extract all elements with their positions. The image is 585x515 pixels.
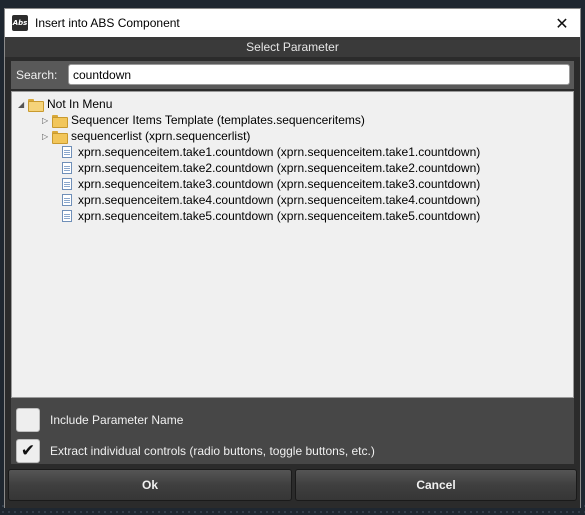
cancel-button[interactable]: Cancel [295,469,577,501]
extract-controls-option[interactable]: ✔ Extract individual controls (radio but… [16,439,375,463]
search-input[interactable] [68,64,570,85]
folder-icon [52,130,68,144]
include-name-label: Include Parameter Name [50,413,184,427]
include-name-checkbox[interactable] [16,408,40,432]
app-icon: Abs [12,15,28,31]
expand-arrow-icon[interactable]: ▷ [42,116,52,125]
parameter-tree[interactable]: ◢ Not In Menu ▷ Sequencer Items Template… [11,91,574,398]
search-label: Search: [16,68,58,82]
folder-open-icon [28,98,44,112]
checkmark-icon: ✔ [20,441,36,461]
expand-arrow-icon[interactable]: ▷ [42,132,52,141]
extract-controls-checkbox[interactable]: ✔ [16,439,40,463]
dialog-window: Abs Insert into ABS Component ✕ Select P… [4,8,581,508]
tree-node-root[interactable]: ◢ Not In Menu [18,96,112,112]
button-bar: Ok Cancel [5,467,580,508]
tree-node-folder[interactable]: ▷ sequencerlist (xprn.sequencerlist) [42,128,250,144]
tree-node-label: Not In Menu [47,97,113,111]
tree-node-label: sequencerlist (xprn.sequencerlist) [71,129,251,143]
tree-node-item[interactable]: xprn.sequenceitem.take2.countdown (xprn.… [62,160,480,176]
extract-controls-label: Extract individual controls (radio butto… [50,444,375,458]
search-row: Search: [11,61,574,89]
document-icon [62,162,72,174]
tree-node-item[interactable]: xprn.sequenceitem.take4.countdown (xprn.… [62,192,480,208]
section-title: Select Parameter [246,40,339,54]
tree-node-label: xprn.sequenceitem.take3.countdown (xprn.… [78,177,481,191]
close-button[interactable]: ✕ [552,13,572,33]
document-icon [62,178,72,190]
window-title: Insert into ABS Component [35,16,180,30]
tree-node-label: Sequencer Items Template (templates.sequ… [71,113,365,127]
tree-node-item[interactable]: xprn.sequenceitem.take1.countdown (xprn.… [62,144,480,160]
tree-node-item[interactable]: xprn.sequenceitem.take5.countdown (xprn.… [62,208,480,224]
title-bar: Abs Insert into ABS Component ✕ [5,9,580,37]
tree-node-label: xprn.sequenceitem.take4.countdown (xprn.… [78,193,481,207]
options-panel: Include Parameter Name ✔ Extract individ… [11,398,574,464]
section-header: Select Parameter [5,37,580,57]
include-name-option[interactable]: Include Parameter Name [16,408,183,432]
tree-node-label: xprn.sequenceitem.take2.countdown (xprn.… [78,161,481,175]
tree-node-folder[interactable]: ▷ Sequencer Items Template (templates.se… [42,112,365,128]
tree-node-label: xprn.sequenceitem.take5.countdown (xprn.… [78,209,481,223]
ok-button[interactable]: Ok [8,469,292,501]
tree-node-item[interactable]: xprn.sequenceitem.take3.countdown (xprn.… [62,176,480,192]
document-icon [62,146,72,158]
tree-node-label: xprn.sequenceitem.take1.countdown (xprn.… [78,145,481,159]
document-icon [62,210,72,222]
folder-icon [52,114,68,128]
collapse-arrow-icon[interactable]: ◢ [18,100,28,109]
document-icon [62,194,72,206]
